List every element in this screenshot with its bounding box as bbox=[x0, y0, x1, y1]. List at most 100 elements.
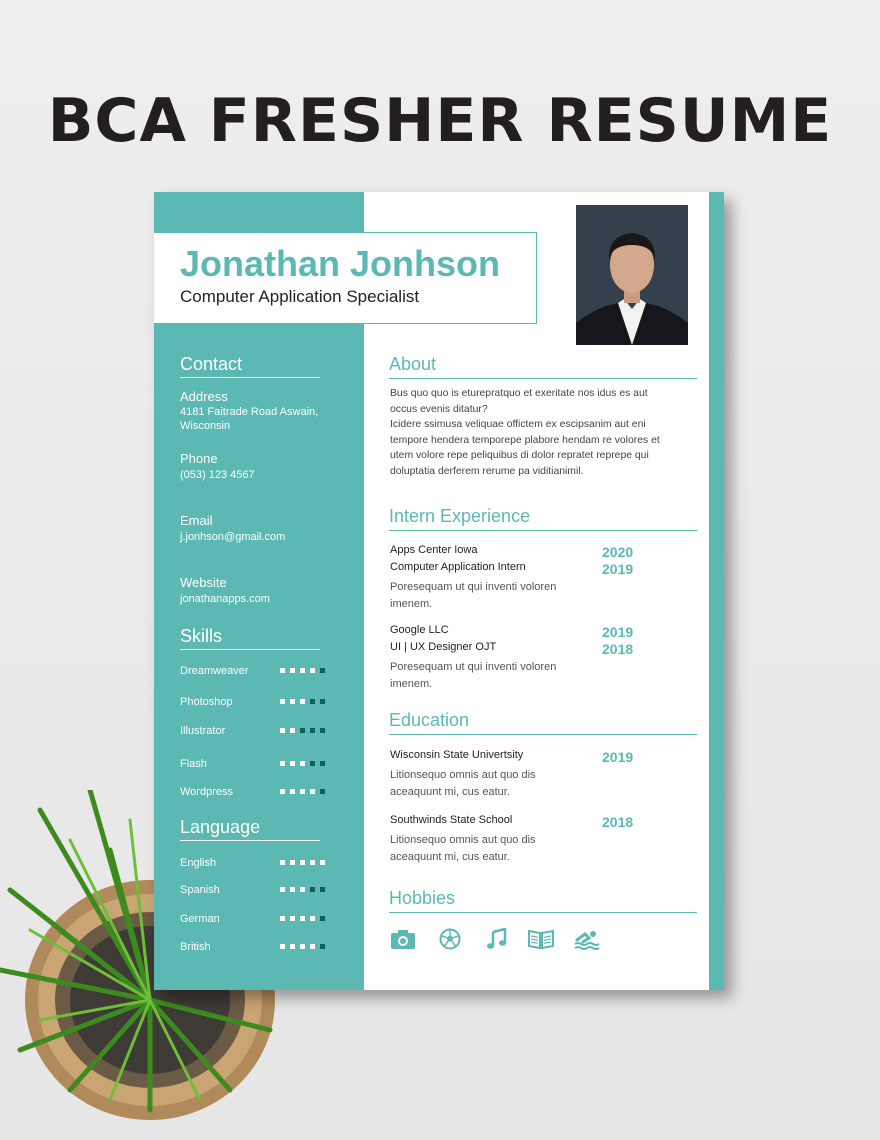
level-dot bbox=[320, 887, 325, 892]
level-dot bbox=[320, 789, 325, 794]
level-dot bbox=[280, 728, 285, 733]
skills-heading: Skills bbox=[180, 626, 320, 650]
camera-icon bbox=[391, 930, 415, 949]
education-desc: Litionsequo omnis aut quo dis aceaquunt … bbox=[390, 832, 590, 866]
address-label: Address bbox=[180, 389, 228, 404]
intern-year-end: 2020 bbox=[602, 544, 634, 560]
level-dot bbox=[320, 944, 325, 949]
address-line-1: 4181 Faitrade Road Aswain, bbox=[180, 406, 319, 418]
level-dot bbox=[280, 887, 285, 892]
intern-year-end: 2019 bbox=[602, 624, 634, 640]
level-dot bbox=[290, 699, 295, 704]
level-dot bbox=[310, 728, 315, 733]
education-desc-line: Litionsequo omnis aut quo dis bbox=[390, 834, 536, 846]
language-level-dots bbox=[280, 860, 325, 865]
intern-desc-line: imenem. bbox=[390, 678, 433, 690]
level-dot bbox=[280, 944, 285, 949]
language-row: English bbox=[180, 857, 325, 871]
level-dot bbox=[300, 761, 305, 766]
language-row: German bbox=[180, 913, 325, 927]
level-dot bbox=[310, 789, 315, 794]
about-line: Bus quo quo is eturepratquo et exeritate… bbox=[390, 388, 648, 399]
level-dot bbox=[300, 944, 305, 949]
level-dot bbox=[280, 916, 285, 921]
level-dot bbox=[310, 668, 315, 673]
level-dot bbox=[290, 728, 295, 733]
level-dot bbox=[320, 668, 325, 673]
intern-desc: Poresequam ut qui inventi voloren imenem… bbox=[390, 659, 590, 693]
education-desc-line: aceaquunt mi, cus eatur. bbox=[390, 786, 510, 798]
language-level-dots bbox=[280, 944, 325, 949]
skill-level-dots bbox=[280, 728, 325, 733]
skill-level-dots bbox=[280, 789, 325, 794]
address-line-2: Wisconsin bbox=[180, 420, 231, 432]
education-year: 2019 bbox=[602, 749, 634, 765]
language-level-dots bbox=[280, 916, 325, 921]
skill-row: Photoshop bbox=[180, 696, 325, 710]
language-level-dots bbox=[280, 887, 325, 892]
level-dot bbox=[290, 887, 295, 892]
level-dot bbox=[320, 728, 325, 733]
intern-desc-line: Poresequam ut qui inventi voloren bbox=[390, 661, 557, 673]
level-dot bbox=[310, 887, 315, 892]
skill-row: Dreamweaver bbox=[180, 665, 325, 679]
education-heading: Education bbox=[389, 710, 697, 735]
skill-row: Illustrator bbox=[180, 725, 325, 739]
intern-desc: Poresequam ut qui inventi voloren imenem… bbox=[390, 579, 590, 613]
email-label: Email bbox=[180, 513, 213, 528]
intern-year-start: 2018 bbox=[602, 641, 634, 657]
level-dot bbox=[280, 860, 285, 865]
level-dot bbox=[320, 761, 325, 766]
phone-label: Phone bbox=[180, 451, 218, 466]
level-dot bbox=[310, 860, 315, 865]
website-value[interactable]: jonathanapps.com bbox=[180, 592, 350, 606]
level-dot bbox=[310, 916, 315, 921]
intern-position: UI | UX Designer OJT bbox=[390, 641, 497, 653]
level-dot bbox=[320, 699, 325, 704]
intern-position: Computer Application Intern bbox=[390, 561, 526, 573]
level-dot bbox=[300, 699, 305, 704]
resume-sheet: Jonathan Jonhson Computer Application Sp… bbox=[154, 192, 724, 990]
about-line: Icidere ssimusa veliquae offictem ex esc… bbox=[390, 419, 646, 430]
contact-heading: Contact bbox=[180, 354, 320, 378]
education-desc-line: aceaquunt mi, cus eatur. bbox=[390, 851, 510, 863]
language-row: British bbox=[180, 941, 325, 955]
language-name: Spanish bbox=[180, 884, 220, 896]
candidate-role: Computer Application Specialist bbox=[180, 287, 420, 306]
soccer-ball-icon bbox=[439, 928, 461, 950]
education-school: Southwinds State School bbox=[390, 814, 513, 826]
about-heading: About bbox=[389, 354, 697, 379]
intern-desc-line: imenem. bbox=[390, 598, 433, 610]
language-row: Spanish bbox=[180, 884, 325, 898]
level-dot bbox=[320, 860, 325, 865]
level-dot bbox=[300, 887, 305, 892]
book-icon bbox=[528, 929, 554, 950]
level-dot bbox=[300, 860, 305, 865]
swimming-icon bbox=[574, 931, 600, 950]
skill-level-dots bbox=[280, 699, 325, 704]
profile-photo bbox=[576, 205, 688, 345]
level-dot bbox=[290, 916, 295, 921]
language-name: English bbox=[180, 857, 217, 869]
about-line: occus evenis ditatur? bbox=[390, 403, 488, 415]
level-dot bbox=[310, 944, 315, 949]
level-dot bbox=[280, 789, 285, 794]
level-dot bbox=[290, 860, 295, 865]
level-dot bbox=[300, 789, 305, 794]
email-value[interactable]: j.jonhson@gmail.com bbox=[180, 530, 350, 544]
intern-company: Google LLC bbox=[390, 624, 449, 636]
level-dot bbox=[300, 728, 305, 733]
about-line: utem volore repe peliquibus di dolor rep… bbox=[390, 450, 649, 461]
page-title: BCA FRESHER RESUME bbox=[47, 86, 833, 156]
skill-name: Flash bbox=[180, 758, 207, 770]
skill-name: Dreamweaver bbox=[180, 665, 249, 677]
skill-name: Wordpress bbox=[180, 786, 233, 798]
language-name: German bbox=[180, 913, 220, 925]
website-label: Website bbox=[180, 575, 227, 590]
about-text: Bus quo quo is eturepratquo et exeritate… bbox=[390, 386, 680, 479]
intern-heading: Intern Experience bbox=[389, 506, 697, 531]
education-desc: Litionsequo omnis aut quo dis aceaquunt … bbox=[390, 767, 590, 801]
about-line: tempore hendera temporepe plabore hendam… bbox=[390, 434, 660, 446]
language-heading: Language bbox=[180, 817, 320, 841]
level-dot bbox=[280, 699, 285, 704]
